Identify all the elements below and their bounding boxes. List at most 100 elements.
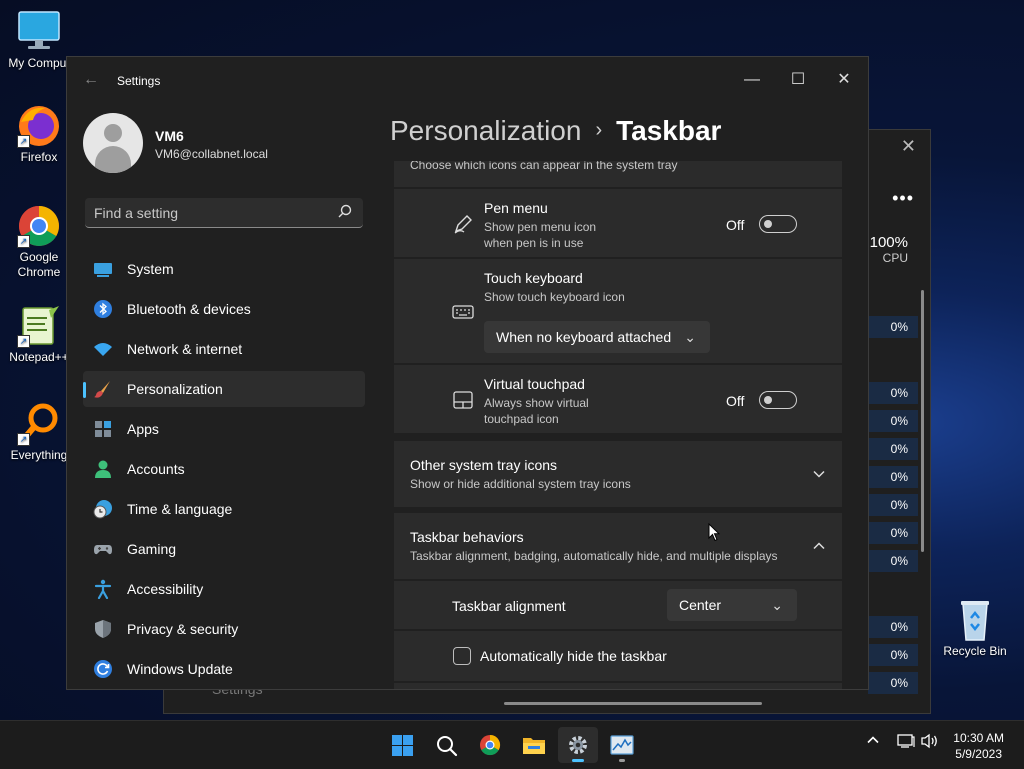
taskbar-chrome-button[interactable] [470,727,510,763]
taskbar-alignment-dropdown[interactable]: Center ⌄ [667,589,797,621]
chevron-down-icon: ⌄ [684,329,696,345]
title-bar[interactable]: ← Settings — ☐ ✕ [67,57,868,103]
cpu-value: 0% [868,616,918,638]
taskbar-search-button[interactable] [426,727,466,763]
gamepad-icon [93,539,113,559]
sidebar-item-gaming[interactable]: Gaming [83,531,365,567]
sidebar-item-system[interactable]: System [83,251,365,287]
cpu-value: 0% [868,438,918,460]
sidebar-item-apps[interactable]: Apps [83,411,365,447]
taskbar-settings-button[interactable] [558,727,598,763]
close-icon[interactable]: ✕ [901,136,916,157]
magnifier-icon: ↗ [15,402,63,446]
settings-window[interactable]: ← Settings — ☐ ✕ VM6 VM6@collabnet.local… [66,56,869,690]
sidebar-item-network[interactable]: Network & internet [83,331,365,367]
virtual-touchpad-row[interactable]: Virtual touchpad Always show virtual tou… [394,365,842,433]
window-title: Settings [117,74,161,88]
start-button[interactable] [382,727,422,763]
shortcut-arrow-icon: ↗ [17,235,30,248]
sidebar-item-windows-update[interactable]: Windows Update [83,651,365,687]
desktop-icon-label: Recycle Bin [943,644,1007,658]
sidebar-item-privacy-security[interactable]: Privacy & security [83,611,365,647]
person-icon [93,459,113,479]
avatar[interactable] [83,113,143,173]
close-button[interactable]: ✕ [821,65,867,95]
task-manager-icon [610,735,634,760]
taskbar-task-manager-button[interactable] [602,727,642,763]
monitor-icon [93,259,113,279]
system-tray-header[interactable]: Choose which icons can appear in the sys… [394,161,842,187]
sidebar-item-bluetooth[interactable]: Bluetooth & devices [83,291,365,327]
pen-menu-row[interactable]: Pen menu Show pen menu icon when pen is … [394,189,842,257]
windows-logo-icon [392,735,413,761]
chrome-icon [479,734,501,761]
other-system-tray-icons-section[interactable]: Other system tray icons Show or hide add… [394,441,842,507]
shield-icon [93,619,113,639]
sidebar-item-accounts[interactable]: Accounts [83,451,365,487]
user-name: VM6 [155,128,184,144]
taskbar-alignment-row: Taskbar alignment Center ⌄ [394,581,842,629]
maximize-button[interactable]: ☐ [775,65,821,95]
sidebar-item-time-language[interactable]: Time & language [83,491,365,527]
sidebar-nav: System Bluetooth & devices Network & int… [83,251,365,689]
taskbar-behaviors-section[interactable]: Taskbar behaviors Taskbar alignment, bad… [394,513,842,579]
cpu-value: 0% [868,410,918,432]
update-icon [93,659,113,679]
chrome-icon: ↗ [15,204,63,248]
taskbar-file-explorer-button[interactable] [514,727,554,763]
autohide-taskbar-checkbox[interactable] [453,647,471,665]
chevron-down-icon: ⌄ [771,597,783,613]
show-hidden-icons-chevron[interactable] [866,733,880,750]
volume-icon[interactable] [920,733,940,752]
more-options-icon[interactable]: ••• [892,188,914,209]
cpu-value: 0% [868,382,918,404]
next-setting-row[interactable] [394,683,842,689]
mouse-cursor-icon [708,522,721,547]
desktop-icon-recycle-bin[interactable]: Recycle Bin [936,598,1014,658]
taskbar: 10:30 AM 5/9/2023 [0,720,1024,769]
shortcut-arrow-icon: ↗ [17,135,30,148]
recycle-bin-icon [951,598,999,642]
chevron-down-icon[interactable] [812,467,826,481]
cpu-value: 0% [868,672,918,694]
network-icon[interactable] [897,733,915,752]
cpu-value: 0% [868,644,918,666]
touchpad-icon [452,389,474,411]
firefox-icon: ↗ [15,104,63,148]
virtual-touchpad-toggle-state: Off [726,393,745,409]
search-icon[interactable] [337,203,353,224]
user-email: VM6@collabnet.local [155,147,268,161]
cpu-column-header[interactable]: 100% CPU [870,234,908,265]
wifi-icon [93,339,113,359]
pen-menu-toggle-state: Off [726,217,745,233]
cpu-value: 0% [868,494,918,516]
pen-menu-toggle[interactable] [759,215,797,233]
autohide-taskbar-row[interactable]: Automatically hide the taskbar [394,631,842,681]
breadcrumb-parent[interactable]: Personalization [390,115,581,146]
settings-content[interactable]: Choose which icons can appear in the sys… [394,161,843,689]
vertical-scrollbar[interactable] [921,290,924,552]
sidebar-item-accessibility[interactable]: Accessibility [83,571,365,607]
chevron-up-icon[interactable] [812,539,826,553]
cpu-value: 0% [868,522,918,544]
minimize-button[interactable]: — [729,65,775,95]
sidebar-item-personalization[interactable]: Personalization [83,371,365,407]
search-box[interactable] [85,198,363,228]
shortcut-arrow-icon: ↗ [17,335,30,348]
virtual-touchpad-toggle[interactable] [759,391,797,409]
pen-icon [452,213,474,235]
page-title: Taskbar [616,115,722,146]
breadcrumb: Personalization › Taskbar [390,115,721,147]
system-clock[interactable]: 10:30 AM 5/9/2023 [953,730,1004,762]
cpu-value: 0% [868,316,918,338]
monitor-icon [15,10,63,54]
search-input[interactable] [85,198,336,228]
touch-keyboard-row[interactable]: Touch keyboard Show touch keyboard icon … [394,259,842,363]
notepad-plus-plus-icon: ↗ [15,304,63,348]
horizontal-scrollbar[interactable] [504,702,762,705]
cpu-value: 0% [868,466,918,488]
touch-keyboard-dropdown[interactable]: When no keyboard attached ⌄ [484,321,710,353]
back-arrow-icon[interactable]: ← [83,71,99,89]
bluetooth-icon [93,299,113,319]
clock-globe-icon [93,499,113,519]
